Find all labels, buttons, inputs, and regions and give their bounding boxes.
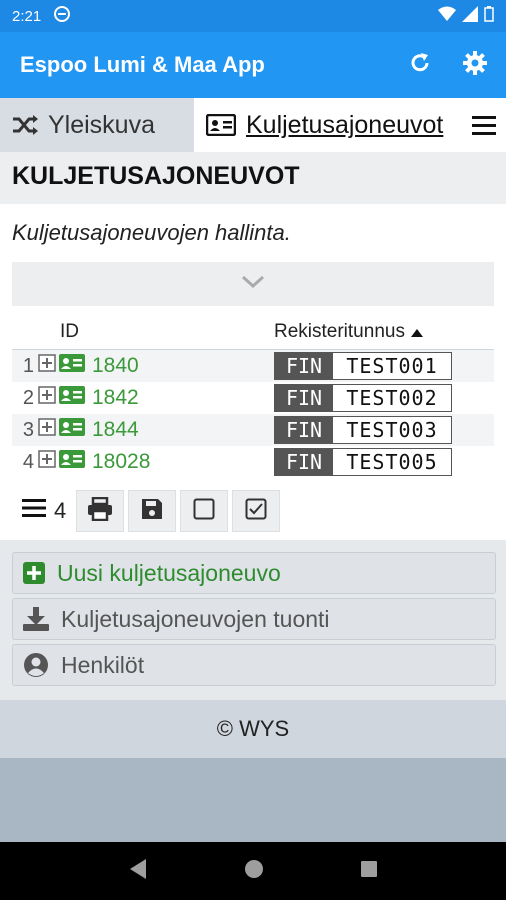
vehicle-card-icon — [59, 386, 85, 410]
print-icon — [87, 496, 113, 526]
plus-square-icon — [23, 562, 45, 584]
checkbox-checked-icon — [245, 498, 267, 525]
signal-icon — [462, 6, 478, 26]
persons-label: Henkilöt — [61, 651, 145, 678]
plate-country: FIN — [275, 353, 333, 379]
save-floppy-icon — [141, 498, 163, 525]
refresh-icon[interactable] — [408, 51, 432, 80]
persons-button[interactable]: Henkilöt — [12, 644, 496, 686]
plate-number: TEST001 — [333, 353, 451, 379]
column-header-registration[interactable]: Rekisteritunnus — [274, 321, 423, 343]
vpn-icon — [53, 5, 71, 27]
expand-plus-icon[interactable] — [38, 418, 56, 442]
tab-vehicles[interactable]: Kuljetusajoneuvot — [194, 98, 506, 152]
table-row[interactable]: 3 1844 FIN TEST003 — [12, 414, 494, 446]
expand-plus-icon[interactable] — [38, 450, 56, 474]
license-plate: FIN TEST001 — [274, 352, 452, 380]
vehicle-card-icon — [59, 418, 85, 442]
vehicle-card-icon — [59, 450, 85, 474]
new-vehicle-label: Uusi kuljetusajoneuvo — [57, 559, 281, 586]
print-button[interactable] — [76, 490, 125, 532]
battery-icon — [484, 6, 494, 26]
vehicle-id-link[interactable]: 1844 — [92, 418, 139, 442]
row-count: 4 — [12, 498, 66, 524]
import-vehicles-button[interactable]: Kuljetusajoneuvojen tuonti — [12, 598, 496, 640]
vehicle-card-icon — [59, 354, 85, 378]
save-button[interactable] — [128, 490, 177, 532]
column-header-registration-label: Rekisteritunnus — [274, 320, 405, 342]
table-header: ID Rekisteritunnus — [12, 314, 494, 350]
page-title: KULJETUSAJONEUVOT — [0, 152, 506, 204]
row-number: 2 — [22, 386, 34, 409]
vehicle-id-link[interactable]: 1840 — [92, 354, 139, 378]
menu-lines-icon[interactable] — [472, 114, 496, 143]
tab-overview-label: Yleiskuva — [48, 110, 155, 139]
home-icon[interactable] — [244, 859, 264, 884]
license-plate: FIN TEST005 — [274, 448, 452, 476]
sort-asc-icon — [410, 321, 423, 343]
row-number: 3 — [22, 418, 34, 441]
expand-plus-icon[interactable] — [38, 386, 56, 410]
download-icon — [23, 607, 49, 631]
plate-number: TEST003 — [333, 417, 451, 443]
license-plate: FIN TEST003 — [274, 416, 452, 444]
user-circle-icon — [23, 652, 49, 678]
row-number: 4 — [22, 450, 34, 473]
vehicle-id-link[interactable]: 18028 — [92, 450, 150, 474]
footer-copyright: © WYS — [216, 716, 290, 741]
table-body: 1 1840 FIN TEST001 2 1842 FIN TEST002 3 … — [12, 350, 494, 478]
chevron-down-icon — [241, 275, 265, 294]
vehicle-id-link[interactable]: 1842 — [92, 386, 139, 410]
select-all-button[interactable] — [232, 490, 281, 532]
status-bar: 2:21 — [0, 0, 506, 32]
tab-vehicles-label: Kuljetusajoneuvot — [246, 110, 444, 139]
list-icon — [22, 498, 46, 524]
row-number: 1 — [22, 354, 34, 377]
shuffle-icon — [12, 114, 38, 136]
plate-number: TEST005 — [333, 449, 451, 475]
vehicle-table: ID Rekisteritunnus 1 1840 FIN TEST001 2 … — [12, 314, 494, 478]
id-card-icon — [206, 114, 236, 136]
tab-bar: Yleiskuva Kuljetusajoneuvot — [0, 98, 506, 152]
column-header-id[interactable]: ID — [12, 321, 274, 343]
plate-number: TEST002 — [333, 385, 451, 411]
plate-country: FIN — [275, 385, 333, 411]
wifi-icon — [438, 6, 456, 26]
table-row[interactable]: 4 18028 FIN TEST005 — [12, 446, 494, 478]
settings-gear-icon[interactable] — [462, 50, 488, 81]
deselect-all-button[interactable] — [180, 490, 229, 532]
row-count-value: 4 — [54, 498, 67, 523]
table-row[interactable]: 1 1840 FIN TEST001 — [12, 350, 494, 382]
table-toolbar: 4 — [12, 490, 494, 532]
plate-country: FIN — [275, 449, 333, 475]
checkbox-empty-icon — [193, 498, 215, 525]
license-plate: FIN TEST002 — [274, 384, 452, 412]
page-description: Kuljetusajoneuvojen hallinta. — [12, 220, 291, 245]
tab-overview[interactable]: Yleiskuva — [0, 98, 194, 152]
app-title: Espoo Lumi & Maa App — [20, 52, 265, 77]
status-time: 2:21 — [12, 7, 42, 25]
actions-area: Uusi kuljetusajoneuvo Kuljetusajoneuvoje… — [0, 540, 506, 700]
filter-expand-bar[interactable] — [12, 262, 494, 306]
expand-plus-icon[interactable] — [38, 354, 56, 378]
plate-country: FIN — [275, 417, 333, 443]
table-row[interactable]: 2 1842 FIN TEST002 — [12, 382, 494, 414]
footer: © WYS — [0, 700, 506, 758]
recents-icon[interactable] — [360, 860, 378, 883]
system-nav-bar — [0, 842, 506, 900]
back-icon[interactable] — [128, 858, 148, 885]
app-bar: Espoo Lumi & Maa App — [0, 32, 506, 98]
new-vehicle-button[interactable]: Uusi kuljetusajoneuvo — [12, 552, 496, 594]
import-vehicles-label: Kuljetusajoneuvojen tuonti — [61, 605, 330, 632]
